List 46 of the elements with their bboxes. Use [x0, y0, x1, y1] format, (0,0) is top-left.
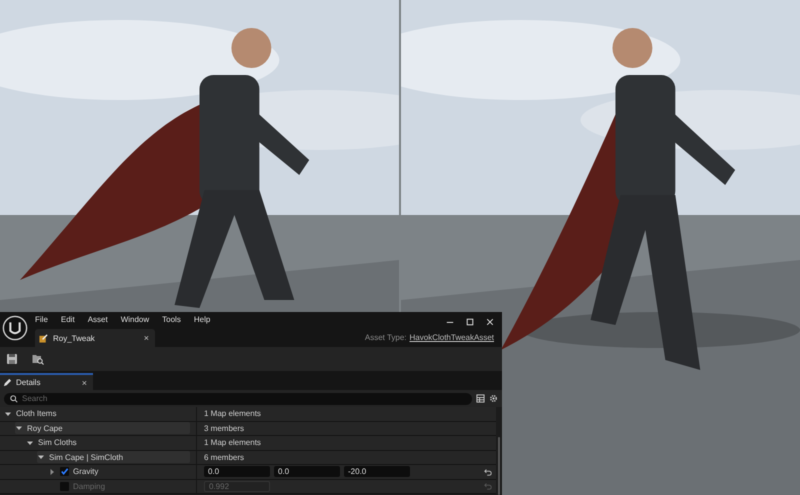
table-icon[interactable]	[476, 394, 485, 403]
asset-type-label: Asset Type:	[364, 333, 407, 342]
property-name: Sim Cape | SimCloth	[49, 452, 124, 462]
search-icon	[10, 394, 18, 402]
checkbox[interactable]	[60, 467, 69, 476]
tab-title: Roy_Tweak	[53, 334, 96, 342]
tab-close[interactable]: ×	[82, 378, 87, 388]
menu-item[interactable]: Asset	[88, 315, 108, 324]
expand-arrow-icon[interactable]	[48, 468, 56, 476]
details-tab[interactable]: Details ×	[0, 373, 93, 390]
property-name: Cloth Items	[16, 409, 56, 418]
logo-icon[interactable]	[2, 315, 28, 341]
number-field[interactable]: 0.0	[204, 466, 270, 478]
property-name: Roy Cape	[27, 424, 63, 433]
pencil-icon	[39, 334, 48, 342]
tab-title: Details	[16, 378, 42, 387]
property-name: Sim Cloths	[38, 438, 77, 448]
property-value: 1 Map elements	[204, 409, 261, 418]
collapse-arrow-icon[interactable]	[4, 410, 12, 418]
maximize-icon[interactable]	[466, 318, 474, 326]
menu-item[interactable]: Tools	[162, 315, 181, 324]
asset-type-link[interactable]: HavokClothTweakAsset	[410, 333, 494, 342]
folder-search-icon[interactable]	[32, 353, 44, 365]
number-field[interactable]: 0.0	[274, 466, 340, 478]
property-name: Damping	[73, 482, 106, 491]
pencil-icon	[3, 378, 12, 387]
tab-close[interactable]: ×	[144, 333, 149, 343]
property-value: 6 members	[204, 452, 244, 462]
close-icon[interactable]	[486, 318, 494, 326]
menu-item[interactable]: Edit	[60, 315, 75, 324]
property-value: 3 members	[204, 424, 244, 433]
scrollbar-thumb[interactable]	[498, 437, 500, 495]
settings-icon[interactable]	[489, 394, 498, 403]
collapse-arrow-icon[interactable]	[26, 438, 34, 447]
search-field[interactable]: Search	[4, 392, 472, 404]
reset-icon[interactable]	[484, 468, 492, 476]
collapse-arrow-icon[interactable]	[37, 453, 45, 462]
menu-item[interactable]: File	[35, 315, 48, 324]
collapse-arrow-icon[interactable]	[15, 424, 23, 432]
number-field[interactable]: -20.0	[344, 466, 410, 478]
menu-item[interactable]: Help	[194, 315, 210, 324]
menu-item[interactable]: Window	[120, 315, 150, 324]
document-tab[interactable]: Roy_Tweak ×	[35, 329, 155, 347]
property-name: Gravity	[73, 467, 98, 476]
property-value: 1 Map elements	[204, 438, 261, 448]
save-icon[interactable]	[6, 353, 18, 365]
